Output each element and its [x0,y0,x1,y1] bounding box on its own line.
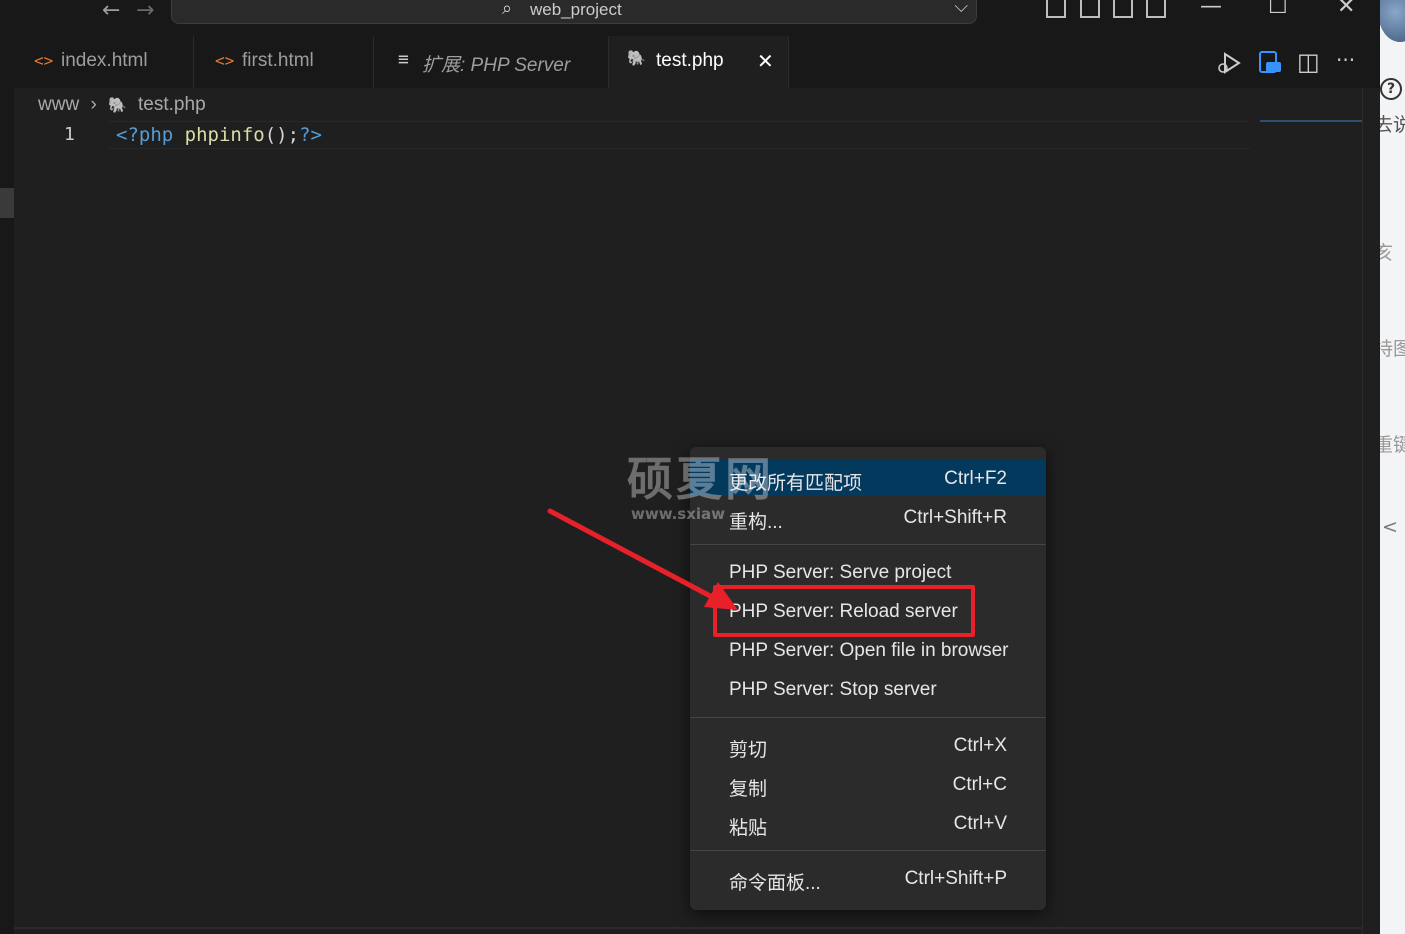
command-center-label: web_project [530,0,622,19]
side-text: 亥 [1380,242,1394,264]
php-open-tag: <?php [116,124,174,146]
menu-item-shortcut: Ctrl+X [953,735,1007,756]
side-text: 去说 [1380,114,1405,136]
toggle-secondary-sidebar-icon[interactable] [1113,0,1133,18]
minimap-indicator [1260,120,1378,122]
close-window-icon[interactable]: ✕ [1337,0,1355,19]
breadcrumb-separator: › [90,94,97,115]
toggle-panel-icon[interactable] [1080,0,1100,18]
tab-label: test.php [656,50,724,71]
function-name: phpinfo [184,124,265,146]
php-elephant-icon: 🐘 [108,97,127,114]
menu-item-label: 重构... [729,512,783,533]
command-center[interactable]: ⌕ web_project ⌵ [171,0,977,24]
menu-item-open-in-browser[interactable]: PHP Server: Open file in browser [690,632,1046,668]
menu-item-stop-server[interactable]: PHP Server: Stop server [690,671,1046,707]
toggle-primary-sidebar-icon[interactable] [1046,0,1066,18]
tab-test-php[interactable]: 🐘 test.php ✕ [609,36,789,88]
menu-item-shortcut: Ctrl+V [953,813,1007,834]
html-file-icon: <> [34,51,54,70]
menu-item-label: 粘贴 [729,818,768,839]
maximize-icon[interactable]: ☐ [1268,0,1288,19]
tab-label: index.html [61,50,148,71]
menu-item-label: 更改所有匹配项 [729,473,863,494]
tab-php-server-extension[interactable]: ≡ 扩展: PHP Server [374,36,609,88]
customize-layout-icon[interactable] [1146,0,1166,18]
back-arrow-icon[interactable]: ← [102,0,120,23]
line-number: 1 [64,124,75,145]
menu-item-label: PHP Server: Stop server [729,679,937,700]
menu-item-cut[interactable]: 剪切 Ctrl+X [690,727,1046,763]
php-elephant-icon: 🐘 [627,49,646,67]
close-tab-icon[interactable]: ✕ [757,49,774,73]
tab-label: first.html [242,50,314,71]
tab-index-html[interactable]: <> index.html [14,36,194,88]
help-icon[interactable]: ? [1380,78,1402,100]
editor-bottom-edge [14,927,1362,929]
annotation-highlight-box [713,585,975,637]
tab-first-html[interactable]: <> first.html [194,36,374,88]
menu-item-shortcut: Ctrl+C [952,774,1007,795]
menu-item-command-palette[interactable]: 命令面板... Ctrl+Shift+P [690,860,1046,896]
minimize-icon[interactable]: — [1200,0,1222,19]
preview-lines-icon: ≡ [398,49,409,70]
context-menu: 更改所有匹配项 Ctrl+F2 重构... Ctrl+Shift+R PHP S… [690,447,1046,910]
browser-side-strip: ? 去说 亥 持图 重键 < [1380,0,1405,934]
html-file-icon: <> [215,51,235,70]
tab-bar: <> index.html <> first.html ≡ 扩展: PHP Se… [14,36,1380,88]
side-text: 持图 [1380,338,1405,360]
side-text: 重键 [1380,434,1405,456]
menu-item-shortcut: Ctrl+Shift+R [903,507,1007,528]
search-icon: ⌕ [502,0,513,19]
breadcrumb-folder[interactable]: www [38,94,79,115]
menu-separator [690,717,1046,718]
menu-item-shortcut: Ctrl+F2 [944,468,1007,489]
run-debug-icon[interactable] [1216,51,1242,75]
breadcrumb-file[interactable]: test.php [138,94,206,115]
tab-label: 扩展: PHP Server [422,55,571,76]
split-editor-icon[interactable]: ◫ [1297,48,1320,76]
activity-indicator [0,188,14,218]
menu-separator [690,544,1046,545]
chevron-down-icon[interactable]: ⌵ [954,0,968,17]
breadcrumb: www › 🐘 test.php [38,94,206,116]
menu-item-label: 命令面板... [729,873,821,894]
menu-item-paste[interactable]: 粘贴 Ctrl+V [690,805,1046,841]
forward-arrow-icon[interactable]: → [136,0,154,23]
avatar[interactable] [1380,0,1405,42]
menu-item-refactor[interactable]: 重构... Ctrl+Shift+R [690,499,1046,535]
php-server-icon[interactable] [1257,50,1283,76]
menu-item-label: PHP Server: Serve project [729,562,952,583]
menu-item-label: 复制 [729,779,768,800]
menu-item-label: PHP Server: Open file in browser [729,640,1009,661]
menu-item-copy[interactable]: 复制 Ctrl+C [690,766,1046,802]
php-close-tag: ?> [299,124,322,146]
menu-item-label: 剪切 [729,740,768,761]
menu-separator [690,850,1046,851]
menu-item-change-all-occurrences[interactable]: 更改所有匹配项 Ctrl+F2 [690,460,1046,496]
menu-item-shortcut: Ctrl+Shift+P [904,868,1007,889]
more-actions-icon[interactable]: ··· [1336,48,1355,72]
vertical-scrollbar[interactable] [1362,88,1381,934]
code-line[interactable]: <?php phpinfo();?> [116,124,322,146]
side-text: < [1382,516,1398,538]
title-bar: ← → ⌕ web_project ⌵ — ☐ ✕ [0,0,1380,36]
punctuation: (); [264,124,300,146]
activity-bar-edge [0,36,14,934]
